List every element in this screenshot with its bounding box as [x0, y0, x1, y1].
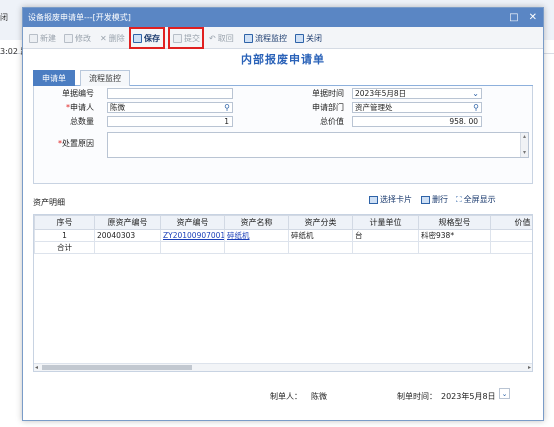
background-text-top: 闭 — [0, 13, 8, 22]
new-doc-icon — [29, 33, 38, 43]
close-button[interactable]: 关闭 — [295, 31, 322, 45]
detail-header: 资产明细 选择卡片 删行 ⛶ 全屏显示 — [33, 193, 533, 209]
total-label: 合计 — [34, 241, 95, 254]
select-card-button[interactable]: 选择卡片 — [369, 194, 412, 205]
window-titlebar[interactable]: 设备报废申请单---[开发模式] □ ✕ — [23, 8, 543, 27]
column-header[interactable]: 序号 — [34, 215, 95, 230]
flow-monitor-icon — [244, 33, 253, 43]
total-qty-input[interactable]: 1 — [107, 116, 233, 127]
total-value: 958 — [490, 241, 532, 254]
doc-time-input[interactable]: 2023年5月8日 ⌄ — [352, 88, 482, 99]
withdraw-button[interactable]: ↶ 取回 — [209, 31, 234, 45]
cell-value: 958 — [490, 229, 532, 242]
textarea-scrollbar[interactable]: ▴ ▾ — [520, 133, 528, 157]
fullscreen-button[interactable]: ⛶ 全屏显示 — [456, 194, 496, 205]
delete-icon: ✕ — [100, 33, 107, 43]
delete-button[interactable]: ✕ 删除 — [100, 31, 126, 45]
dept-value: 资产管理处 — [355, 103, 393, 112]
close-icon[interactable]: ✕ — [529, 8, 537, 27]
scroll-right-icon[interactable]: ▸ — [528, 364, 531, 371]
cell-seq: 1 — [34, 229, 95, 242]
reason-label: *处置原因 — [58, 139, 94, 148]
scrollbar-thumb[interactable] — [42, 365, 192, 370]
applicant-input[interactable]: 陈微 ⚲ — [107, 102, 233, 113]
maximize-icon[interactable]: □ — [509, 8, 518, 27]
window-title: 设备报废申请单---[开发模式] — [28, 13, 131, 22]
select-card-icon — [369, 195, 378, 204]
dialog-window: 设备报废申请单---[开发模式] □ ✕ 新建 修改 ✕ 删除 保存 提交 ↶ 取回… — [22, 7, 544, 421]
tab-bar: 申请单 流程监控 — [33, 70, 533, 86]
doc-time-value: 2023年5月8日 — [355, 89, 407, 98]
fullscreen-icon: ⛶ — [456, 194, 462, 204]
doc-no-input[interactable] — [107, 88, 233, 99]
dept-label: 申请部门 — [312, 103, 344, 112]
make-time-label: 制单时间： — [397, 392, 437, 401]
close-doc-icon — [295, 33, 304, 43]
applicant-value: 陈微 — [110, 103, 125, 112]
dept-input[interactable]: 资产管理处 ⚲ — [352, 102, 482, 113]
tab-application[interactable]: 申请单 — [33, 70, 75, 86]
chevron-down-icon[interactable]: ⌄ — [499, 388, 510, 399]
scroll-left-icon[interactable]: ◂ — [35, 364, 38, 371]
tab-flow-monitor[interactable]: 流程监控 — [80, 70, 130, 86]
reason-textarea[interactable]: ▴ ▾ — [107, 132, 529, 158]
total-value-input[interactable]: 958. 00 — [352, 116, 482, 127]
total-value-label: 总价值 — [320, 117, 344, 126]
column-header[interactable]: 计量单位 — [352, 215, 419, 230]
column-header[interactable]: 资产分类 — [288, 215, 353, 230]
maker-value: 陈微 — [311, 392, 327, 401]
horizontal-scrollbar[interactable]: ◂ ▸ — [34, 363, 532, 371]
search-icon[interactable]: ⚲ — [224, 104, 230, 112]
flow-monitor-button[interactable]: 流程监控 — [244, 31, 287, 45]
form-area: 单据编号 单据时间 2023年5月8日 ⌄ *申请人 陈微 ⚲ 申请部门 资产管… — [33, 86, 533, 184]
detail-title: 资产明细 — [33, 198, 65, 207]
column-header[interactable]: 资产名称 — [224, 215, 289, 230]
column-header[interactable]: 规格型号 — [418, 215, 491, 230]
table-row[interactable]: 1 20040303 ZY20100907001018 碎纸机 碎纸机 台 科密… — [34, 229, 532, 242]
highlight-save — [129, 27, 165, 49]
table-header-row: 序号 原资产编号 资产编号 资产名称 资产分类 计量单位 规格型号 价值 — [34, 215, 532, 230]
asset-detail-table: 序号 原资产编号 资产编号 资产名称 资产分类 计量单位 规格型号 价值 1 2… — [33, 214, 533, 372]
total-qty-label: 总数量 — [70, 117, 94, 126]
make-time-value: 2023年5月8日 — [441, 392, 496, 401]
column-header[interactable]: 价值 — [490, 215, 532, 230]
cell-asset-no-link[interactable]: ZY20100907001018 — [160, 229, 225, 242]
cell-unit: 台 — [352, 229, 419, 242]
cell-asset-category: 碎纸机 — [288, 229, 353, 242]
cell-old-asset-no: 20040303 — [94, 229, 161, 242]
chevron-down-icon[interactable]: ⌄ — [472, 90, 479, 98]
cell-model: 科密938* — [418, 229, 491, 242]
edit-button[interactable]: 修改 — [64, 31, 91, 45]
column-header[interactable]: 资产编号 — [160, 215, 225, 230]
form-title: 内部报废申请单 — [241, 53, 325, 66]
maker-label: 制单人： — [270, 392, 302, 401]
total-row: 合计 958 — [34, 241, 532, 254]
cell-asset-name-link[interactable]: 碎纸机 — [224, 229, 289, 242]
applicant-label: *申请人 — [66, 103, 94, 112]
new-button[interactable]: 新建 — [29, 31, 56, 45]
doc-no-label: 单据编号 — [62, 89, 94, 98]
toolbar: 新建 修改 ✕ 删除 保存 提交 ↶ 取回 流程监控 关闭 — [23, 27, 543, 49]
withdraw-icon: ↶ — [209, 33, 216, 43]
highlight-submit — [168, 27, 204, 49]
search-icon[interactable]: ⚲ — [473, 104, 479, 112]
edit-icon — [64, 33, 73, 43]
doc-time-label: 单据时间 — [312, 89, 344, 98]
column-header[interactable]: 原资产编号 — [94, 215, 161, 230]
delete-row-icon — [421, 195, 430, 204]
delete-row-button[interactable]: 删行 — [421, 194, 448, 205]
